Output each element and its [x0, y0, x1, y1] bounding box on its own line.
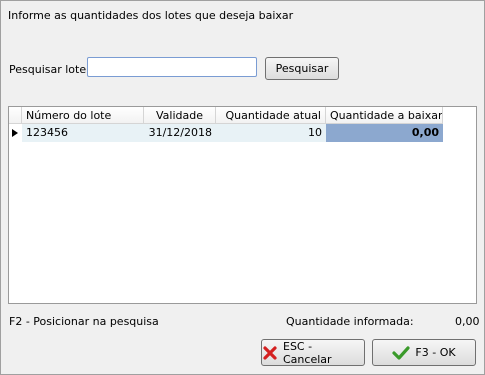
search-button[interactable]: Pesquisar [265, 57, 339, 80]
quantity-value: 0,00 [455, 315, 480, 328]
triangle-right-icon [12, 129, 18, 137]
column-header-quantidade-baixar[interactable]: Quantidade a baixar [326, 107, 443, 124]
column-header-quantidade-atual[interactable]: Quantidade atual [216, 107, 326, 124]
grid-header: Número do lote Validade Quantidade atual… [9, 107, 443, 124]
column-header-validade[interactable]: Validade [144, 107, 216, 124]
column-header-lote[interactable]: Número do lote [22, 107, 144, 124]
check-icon [392, 345, 411, 361]
row-indicator [9, 124, 22, 142]
search-label: Pesquisar lote: [9, 63, 90, 76]
instruction-text: Informe as quantidades dos lotes que des… [8, 9, 294, 22]
cell-validade[interactable]: 31/12/2018 [144, 124, 216, 142]
cell-quantidade-atual[interactable]: 10 [216, 124, 326, 142]
quantity-label: Quantidade informada: [286, 315, 414, 328]
x-icon [262, 345, 278, 361]
cell-lote[interactable]: 123456 [22, 124, 144, 142]
shortcut-hint: F2 - Posicionar na pesquisa [9, 315, 159, 328]
ok-button[interactable]: F3 - OK [372, 339, 476, 366]
table-row[interactable]: 123456 31/12/2018 10 0,00 [9, 124, 443, 142]
ok-button-label: F3 - OK [415, 346, 456, 359]
cancel-button[interactable]: ESC - Cancelar [261, 339, 365, 366]
cell-quantidade-baixar[interactable]: 0,00 [326, 124, 443, 142]
lots-grid[interactable]: Número do lote Validade Quantidade atual… [8, 106, 477, 304]
header-indicator-cell [9, 107, 22, 124]
cancel-button-label: ESC - Cancelar [283, 339, 332, 366]
search-input[interactable] [87, 57, 257, 77]
